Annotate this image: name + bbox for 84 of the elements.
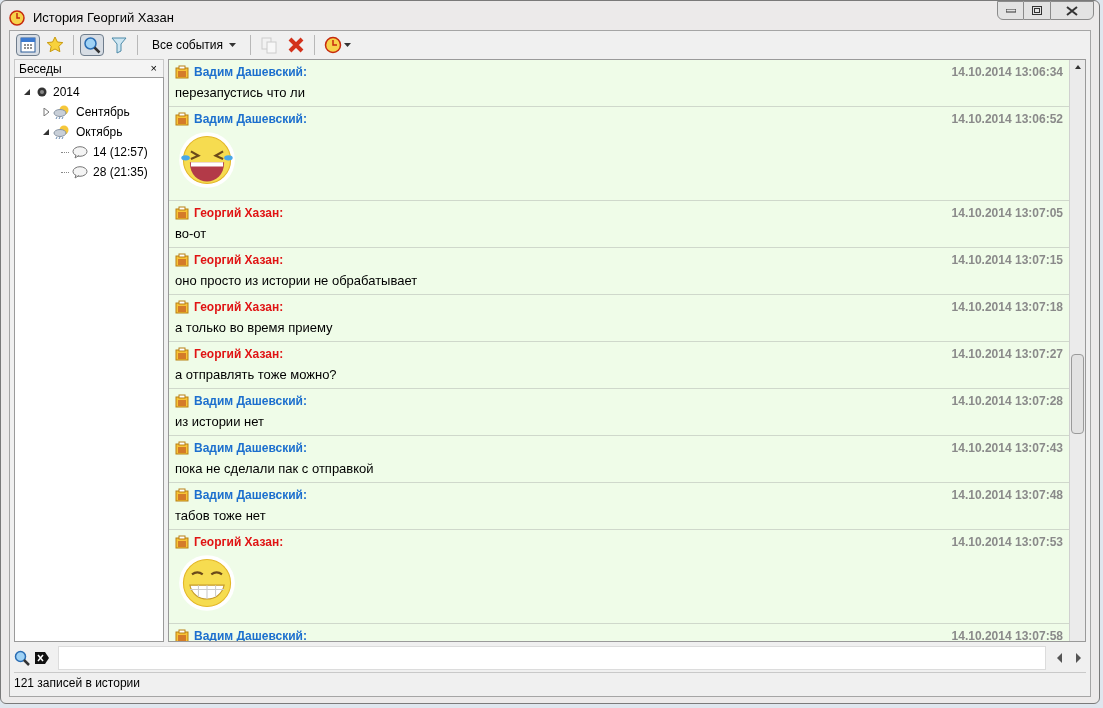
tree-item[interactable]: 28 (21:35) xyxy=(93,163,148,181)
sender-name: Вадим Дашевский: xyxy=(194,439,307,457)
expanded-arrow-icon[interactable] xyxy=(23,88,31,96)
clear-icon[interactable] xyxy=(34,651,50,665)
search-icon xyxy=(83,36,101,54)
maximize-icon xyxy=(1032,6,1042,15)
message-time: 14.10.2014 13:07:48 xyxy=(951,486,1063,504)
minimize-icon xyxy=(1005,8,1016,13)
tree-item[interactable]: Октябрь xyxy=(76,123,123,141)
close-icon xyxy=(1066,5,1078,16)
message-icon xyxy=(175,393,189,408)
message-icon xyxy=(175,64,189,79)
sender-name: Вадим Дашевский: xyxy=(194,63,307,81)
weather-icon xyxy=(53,104,71,120)
tree-item[interactable]: 14 (12:57) xyxy=(93,143,148,161)
caret-icon xyxy=(229,43,236,47)
collapsed-arrow-icon[interactable] xyxy=(42,108,50,116)
message-icon xyxy=(175,205,189,220)
clock-icon xyxy=(324,36,342,54)
grinning-smiley-icon xyxy=(177,553,237,613)
delete-icon xyxy=(287,36,305,54)
window-title: История Георгий Хазан xyxy=(33,8,174,27)
filter-icon xyxy=(110,36,128,54)
close-button[interactable] xyxy=(1050,1,1094,20)
message-text: из истории нет xyxy=(175,413,265,431)
message-icon xyxy=(175,346,189,361)
clock-icon xyxy=(9,9,25,26)
message-time: 14.10.2014 13:07:15 xyxy=(951,251,1063,269)
sender-name: Вадим Дашевский: xyxy=(194,392,307,410)
message-time: 14.10.2014 13:07:58 xyxy=(951,627,1063,641)
previous-icon[interactable] xyxy=(1056,653,1064,663)
message-icon xyxy=(175,628,189,641)
message-text: пока не сделали пак с отправкой xyxy=(175,460,375,478)
message-icon xyxy=(175,299,189,314)
expanded-arrow-icon[interactable] xyxy=(42,128,50,136)
message-time: 14.10.2014 13:07:05 xyxy=(951,204,1063,222)
scrollbar-thumb[interactable] xyxy=(1071,354,1084,434)
sender-name: Георгий Хазан: xyxy=(194,345,284,363)
message-time: 14.10.2014 13:06:34 xyxy=(951,63,1063,81)
message-text: а только во время приему xyxy=(175,319,334,337)
message-text: табов тоже нет xyxy=(175,507,267,525)
message-icon xyxy=(175,111,189,126)
copy-icon xyxy=(260,36,278,54)
message-text: перезапустись что ли xyxy=(175,84,306,102)
close-button[interactable]: × xyxy=(148,63,159,74)
message-icon xyxy=(175,252,189,267)
caret-icon xyxy=(344,43,351,47)
message-time: 14.10.2014 13:06:52 xyxy=(951,110,1063,128)
sender-name: Георгий Хазан: xyxy=(194,533,284,551)
calendar-icon xyxy=(19,36,37,54)
scrollbar[interactable] xyxy=(1069,60,1085,641)
laughing-smiley-icon xyxy=(177,130,237,190)
sender-name: Георгий Хазан: xyxy=(194,251,284,269)
message-icon xyxy=(175,487,189,502)
search-icon[interactable] xyxy=(14,650,30,666)
speech-bubble-icon xyxy=(72,145,88,159)
sender-name: Вадим Дашевский: xyxy=(194,486,307,504)
sender-name: Вадим Дашевский: xyxy=(194,110,307,128)
panel-title: Беседы xyxy=(19,60,62,78)
star-icon xyxy=(46,36,64,54)
tree-item[interactable]: Сентябрь xyxy=(76,103,130,121)
sender-name: Георгий Хазан: xyxy=(194,298,284,316)
message-text: а отправлять тоже можно? xyxy=(175,366,338,384)
tree-item[interactable]: 2014 xyxy=(53,83,80,101)
speech-bubble-icon xyxy=(72,165,88,179)
next-icon[interactable] xyxy=(1074,653,1082,663)
message-time: 14.10.2014 13:07:18 xyxy=(951,298,1063,316)
maximize-button[interactable] xyxy=(1024,1,1050,20)
message-time: 14.10.2014 13:07:53 xyxy=(951,533,1063,551)
message-icon xyxy=(175,534,189,549)
search-button[interactable] xyxy=(80,34,104,56)
status-text: 121 записей в истории xyxy=(14,674,140,692)
events-dropdown[interactable]: Все события xyxy=(144,34,244,56)
sender-name: Вадим Дашевский: xyxy=(194,627,307,641)
message-time: 14.10.2014 13:07:27 xyxy=(951,345,1063,363)
sender-name: Георгий Хазан: xyxy=(194,204,284,222)
weather-icon xyxy=(53,124,71,140)
message-time: 14.10.2014 13:07:28 xyxy=(951,392,1063,410)
calendar-button[interactable] xyxy=(16,34,40,56)
search-field[interactable] xyxy=(58,646,1046,670)
message-time: 14.10.2014 13:07:43 xyxy=(951,439,1063,457)
message-icon xyxy=(175,440,189,455)
message-text: во-от xyxy=(175,225,208,243)
message-text: оно просто из истории не обрабатывает xyxy=(175,272,419,290)
